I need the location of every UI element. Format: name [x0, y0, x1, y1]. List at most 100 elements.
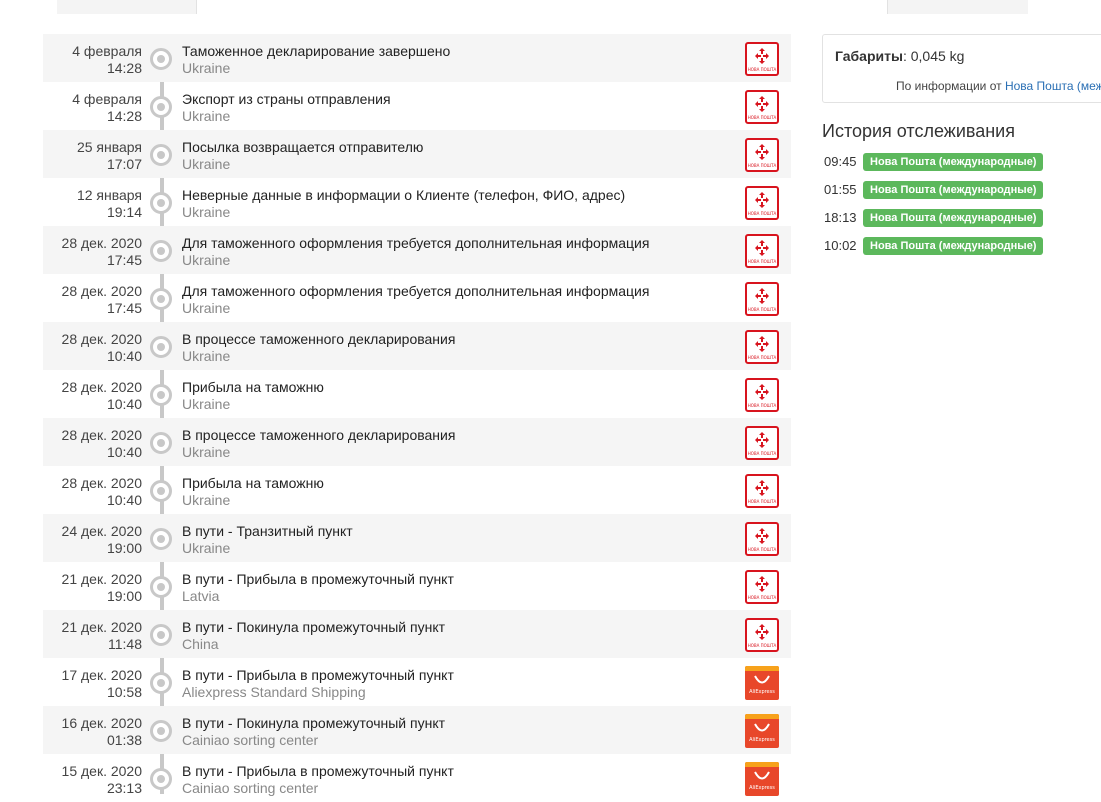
event-time: 19:00 [106, 588, 142, 604]
event-title: Прибыла на таможню [182, 379, 324, 395]
event-time: 17:45 [106, 252, 142, 268]
nova-poshta-emblem-icon [755, 624, 769, 640]
event-datetime: 16 дек. 2020 01:38 [43, 715, 142, 749]
event-info: Экспорт из страны отправления Ukraine [182, 91, 391, 125]
event-location: Ukraine [182, 252, 231, 268]
event-time: 17:45 [106, 300, 142, 316]
history-time: 10:02 [824, 238, 857, 253]
event-datetime: 24 дек. 2020 19:00 [43, 523, 142, 557]
history-title: История отслеживания [822, 121, 1015, 141]
timeline-dot-icon [150, 672, 172, 694]
event-info: Неверные данные в информации о Клиенте (… [182, 187, 625, 221]
event-date: 25 января [76, 139, 142, 155]
history-carrier-badge[interactable]: Нова Пошта (международные) [863, 181, 1044, 199]
timeline-dot-icon [150, 48, 172, 70]
event-time: 23:13 [106, 780, 142, 796]
dimensions-value: : 0,045 kg [902, 48, 965, 64]
event-location: Ukraine [182, 540, 231, 556]
aliexpress-logo-band [745, 762, 779, 767]
aliexpress-smile-icon [754, 675, 770, 684]
timeline-event: 28 дек. 2020 10:40 Прибыла на таможню Uk… [43, 466, 791, 514]
aliexpress-logo: AliExpress [745, 714, 779, 748]
timeline-event: 12 января 19:14 Неверные данные в информ… [43, 178, 791, 226]
history-carrier-badge[interactable]: Нова Пошта (международные) [863, 209, 1044, 227]
event-date: 16 дек. 2020 [61, 715, 142, 731]
event-time: 17:07 [106, 156, 142, 172]
event-location: Ukraine [182, 396, 231, 412]
event-info: Для таможенного оформления требуется доп… [182, 283, 649, 317]
event-location: Ukraine [182, 156, 231, 172]
timeline-dot-icon [150, 624, 172, 646]
nova-poshta-logo-text: НОВА ПОШТА [747, 163, 777, 168]
timeline-dot-icon [150, 192, 172, 214]
timeline-event: 16 дек. 2020 01:38 В пути - Покинула про… [43, 706, 791, 754]
top-left-tab-remnant [57, 0, 197, 14]
dimensions-label: Габариты [835, 48, 903, 64]
nova-poshta-emblem-icon [755, 432, 769, 448]
event-title: В процессе таможенного декларирования [182, 427, 456, 443]
nova-poshta-logo: НОВА ПОШТА [745, 570, 779, 604]
history-carrier-badge[interactable]: Нова Пошта (международные) [863, 237, 1044, 255]
event-location: Ukraine [182, 60, 231, 76]
timeline-dot-icon [150, 768, 172, 790]
timeline-dot-icon [150, 432, 172, 454]
history-time: 18:13 [824, 210, 857, 225]
event-date: 28 дек. 2020 [61, 427, 142, 443]
nova-poshta-logo-text: НОВА ПОШТА [747, 115, 777, 120]
timeline-dot-icon [150, 144, 172, 166]
info-source: По информации от Нова Пошта (меж [896, 79, 1101, 93]
event-info: В пути - Прибыла в промежуточный пункт L… [182, 571, 454, 605]
nova-poshta-emblem-icon [755, 96, 769, 112]
info-source-link[interactable]: Нова Пошта (меж [1005, 79, 1101, 93]
aliexpress-logo-band [745, 714, 779, 719]
timeline-event: 4 февраля 14:28 Экспорт из страны отправ… [43, 82, 791, 130]
timeline-event: 4 февраля 14:28 Таможенное декларировани… [43, 34, 791, 82]
nova-poshta-logo-text: НОВА ПОШТА [747, 211, 777, 216]
nova-poshta-logo: НОВА ПОШТА [745, 330, 779, 364]
nova-poshta-emblem-icon [755, 384, 769, 400]
nova-poshta-logo-text: НОВА ПОШТА [747, 355, 777, 360]
event-datetime: 4 февраля 14:28 [43, 91, 142, 125]
event-time: 10:40 [106, 348, 142, 364]
timeline-dot-icon [150, 288, 172, 310]
event-location: Ukraine [182, 204, 231, 220]
event-info: В пути - Покинула промежуточный пункт Ca… [182, 715, 445, 749]
nova-poshta-emblem-icon [755, 528, 769, 544]
event-date: 28 дек. 2020 [61, 235, 142, 251]
nova-poshta-logo: НОВА ПОШТА [745, 378, 779, 412]
event-title: В пути - Покинула промежуточный пункт [182, 619, 446, 635]
nova-poshta-logo: НОВА ПОШТА [745, 522, 779, 556]
event-datetime: 28 дек. 2020 17:45 [43, 283, 142, 317]
event-info: В пути - Покинула промежуточный пункт Ch… [182, 619, 445, 653]
event-title: Таможенное декларирование завершено [182, 43, 451, 59]
event-title: В пути - Прибыла в промежуточный пункт [182, 763, 454, 779]
event-info: В пути - Транзитный пункт Ukraine [182, 523, 353, 557]
event-title: Посылка возвращается отправителю [182, 139, 424, 155]
history-carrier-badge[interactable]: Нова Пошта (международные) [863, 153, 1044, 171]
nova-poshta-logo: НОВА ПОШТА [745, 138, 779, 172]
event-info: Для таможенного оформления требуется доп… [182, 235, 649, 269]
nova-poshta-emblem-icon [755, 144, 769, 160]
timeline-event: 25 января 17:07 Посылка возвращается отп… [43, 130, 791, 178]
event-time: 14:28 [106, 60, 142, 76]
nova-poshta-logo-text: НОВА ПОШТА [747, 403, 777, 408]
nova-poshta-logo-text: НОВА ПОШТА [747, 643, 777, 648]
top-right-tab-remnant [887, 0, 1028, 14]
event-datetime: 12 января 19:14 [43, 187, 142, 221]
event-date: 21 дек. 2020 [61, 619, 142, 635]
nova-poshta-logo-text: НОВА ПОШТА [747, 307, 777, 312]
nova-poshta-logo: НОВА ПОШТА [745, 426, 779, 460]
event-datetime: 28 дек. 2020 10:40 [43, 331, 142, 365]
tracking-timeline: 4 февраля 14:28 Таможенное декларировани… [43, 34, 791, 802]
event-location: Latvia [182, 588, 220, 604]
nova-poshta-logo: НОВА ПОШТА [745, 186, 779, 220]
event-location: Aliexpress Standard Shipping [182, 684, 366, 700]
event-location: Ukraine [182, 444, 231, 460]
info-source-prefix: По информации от [896, 79, 1005, 93]
timeline-event: 28 дек. 2020 10:40 В процессе таможенног… [43, 418, 791, 466]
event-title: В пути - Прибыла в промежуточный пункт [182, 571, 454, 587]
event-info: Прибыла на таможню Ukraine [182, 379, 324, 413]
aliexpress-smile-icon [754, 723, 770, 732]
timeline-event: 17 дек. 2020 10:58 В пути - Прибыла в пр… [43, 658, 791, 706]
event-location: China [182, 636, 219, 652]
